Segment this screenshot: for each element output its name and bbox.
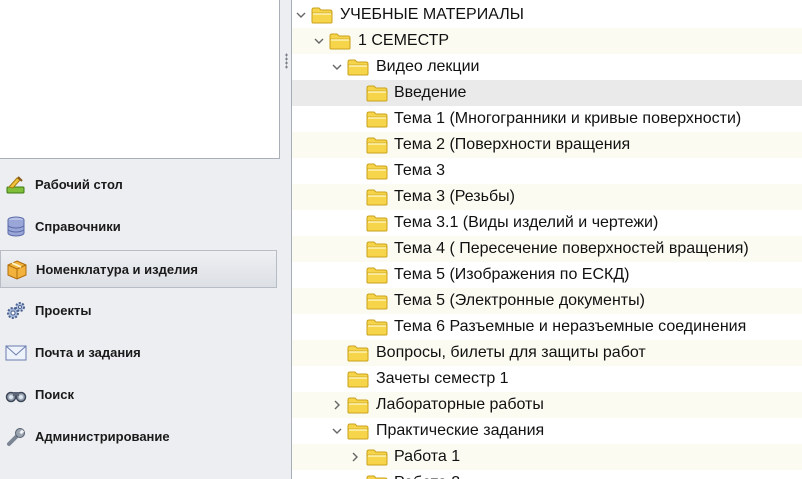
tree-node[interactable]: Тема 3 (Резьбы) [292, 184, 802, 210]
nav-item-label: Почта и задания [35, 345, 141, 360]
tree-node[interactable]: 1 СЕМЕСТР [292, 28, 802, 54]
tree-node[interactable]: Тема 5 (Изображения по ЕСКД) [292, 262, 802, 288]
tree-node-label: Тема 5 (Изображения по ЕСКД) [394, 266, 630, 283]
tree-node-label: Тема 3 [394, 162, 446, 179]
tree-node-label: Видео лекции [376, 58, 480, 75]
navigation-list: Рабочий стол Справочники Номенклатура и из… [0, 166, 282, 460]
tree-node[interactable]: Зачеты семестр 1 [292, 366, 802, 392]
desktop-broom-icon [4, 174, 28, 196]
tree-node-label: Работа 2 [394, 474, 460, 479]
nav-item-mail[interactable]: Почта и задания [0, 334, 282, 372]
folder-icon [347, 396, 369, 414]
nav-item-desktop[interactable]: Рабочий стол [0, 166, 282, 204]
tree-node[interactable]: Введение [292, 80, 802, 106]
database-icon [4, 216, 28, 238]
nav-item-label: Поиск [35, 387, 75, 402]
nav-item-admin[interactable]: Администрирование [0, 418, 282, 456]
chevron-right-icon[interactable] [350, 451, 360, 463]
chevron-right-icon[interactable] [332, 399, 342, 411]
nav-item-label: Администрирование [35, 429, 170, 444]
nav-item-label: Рабочий стол [35, 177, 123, 192]
navigation-top-panel [0, 0, 280, 159]
tree-node[interactable]: Тема 3.1 (Виды изделий и чертежи) [292, 210, 802, 236]
folder-icon [366, 84, 388, 102]
splitter-grip[interactable] [285, 53, 288, 69]
nav-item-label: Номенклатура и изделия [36, 262, 198, 277]
tree-node[interactable]: Тема 3 [292, 158, 802, 184]
tree-node-label: Зачеты семестр 1 [376, 370, 509, 387]
envelope-icon [4, 342, 28, 364]
tree-node[interactable]: Тема 1 (Многогранники и кривые поверхнос… [292, 106, 802, 132]
tree-node-label: Работа 1 [394, 448, 461, 465]
nav-item-references[interactable]: Справочники [0, 208, 282, 246]
folder-icon [366, 136, 388, 154]
tree-node-label: Вопросы, билеты для защиты работ [376, 344, 646, 361]
tree-node-label: УЧЕБНЫЕ МАТЕРИАЛЫ [340, 6, 524, 23]
folder-icon [366, 110, 388, 128]
folder-icon [347, 422, 369, 440]
tree-node[interactable]: Вопросы, билеты для защиты работ [292, 340, 802, 366]
folder-icon [366, 292, 388, 310]
tree-node[interactable]: Тема 6 Разъемные и неразъемные соединени… [292, 314, 802, 340]
navigation-pane: Рабочий стол Справочники Номенклатура и из… [0, 0, 282, 479]
tree-node-label: Тема 1 (Многогранники и кривые поверхнос… [394, 110, 742, 127]
tree-node-label: Тема 4 ( Пересечение поверхностей вращен… [394, 240, 749, 257]
nav-item-nomenclature[interactable]: Номенклатура и изделия [0, 250, 277, 288]
tree-node-label: Тема 5 (Электронные документы) [394, 292, 645, 309]
tree-node-label: 1 СЕМЕСТР [358, 32, 450, 49]
chevron-down-icon[interactable] [296, 9, 306, 21]
tree-node[interactable]: Лабораторные работы [292, 392, 802, 418]
tree-node[interactable]: Тема 5 (Электронные документы) [292, 288, 802, 314]
folder-icon [366, 448, 388, 466]
tree-node[interactable]: Тема 2 (Поверхности вращения [292, 132, 802, 158]
nav-item-label: Проекты [35, 303, 92, 318]
folder-icon [366, 214, 388, 232]
tree-node-label: Тема 2 (Поверхности вращения [394, 136, 631, 153]
tree-node-label: Введение [394, 84, 467, 101]
chevron-down-icon[interactable] [332, 425, 342, 437]
nav-item-search[interactable]: Поиск [0, 376, 282, 414]
tree-node[interactable]: Работа 2 [292, 470, 802, 479]
folder-icon [347, 344, 369, 362]
folder-icon [347, 58, 369, 76]
chevron-down-icon[interactable] [314, 35, 324, 47]
wrench-icon [4, 426, 28, 448]
tree-node[interactable]: Тема 4 ( Пересечение поверхностей вращен… [292, 236, 802, 262]
tree-node-label: Тема 3.1 (Виды изделий и чертежи) [394, 214, 659, 231]
tree-node-label: Тема 3 (Резьбы) [394, 188, 515, 205]
folder-icon [329, 32, 351, 50]
folder-icon [311, 6, 333, 24]
tree-node[interactable]: Работа 1 [292, 444, 802, 470]
nav-item-label: Справочники [35, 219, 121, 234]
folder-icon [366, 474, 388, 479]
tree-node[interactable]: Практические задания [292, 418, 802, 444]
folder-icon [366, 318, 388, 336]
box-icon [5, 259, 29, 281]
folder-icon [366, 240, 388, 258]
nav-item-projects[interactable]: Проекты [0, 292, 282, 330]
folder-icon [366, 162, 388, 180]
tree-node-label: Практические задания [376, 422, 545, 439]
binoculars-icon [4, 384, 28, 406]
chevron-down-icon[interactable] [332, 61, 342, 73]
tree-node[interactable]: УЧЕБНЫЕ МАТЕРИАЛЫ [292, 2, 802, 28]
folder-icon [366, 188, 388, 206]
folder-icon [347, 370, 369, 388]
tree-node[interactable]: Видео лекции [292, 54, 802, 80]
tree-node-label: Тема 6 Разъемные и неразъемные соединени… [394, 318, 747, 335]
pane-splitter[interactable] [282, 0, 292, 479]
folder-icon [366, 266, 388, 284]
tree-node-label: Лабораторные работы [376, 396, 544, 413]
gears-icon [4, 300, 28, 322]
folder-tree: УЧЕБНЫЕ МАТЕРИАЛЫ 1 СЕМЕСТР Видео лекции Вв… [292, 0, 802, 479]
